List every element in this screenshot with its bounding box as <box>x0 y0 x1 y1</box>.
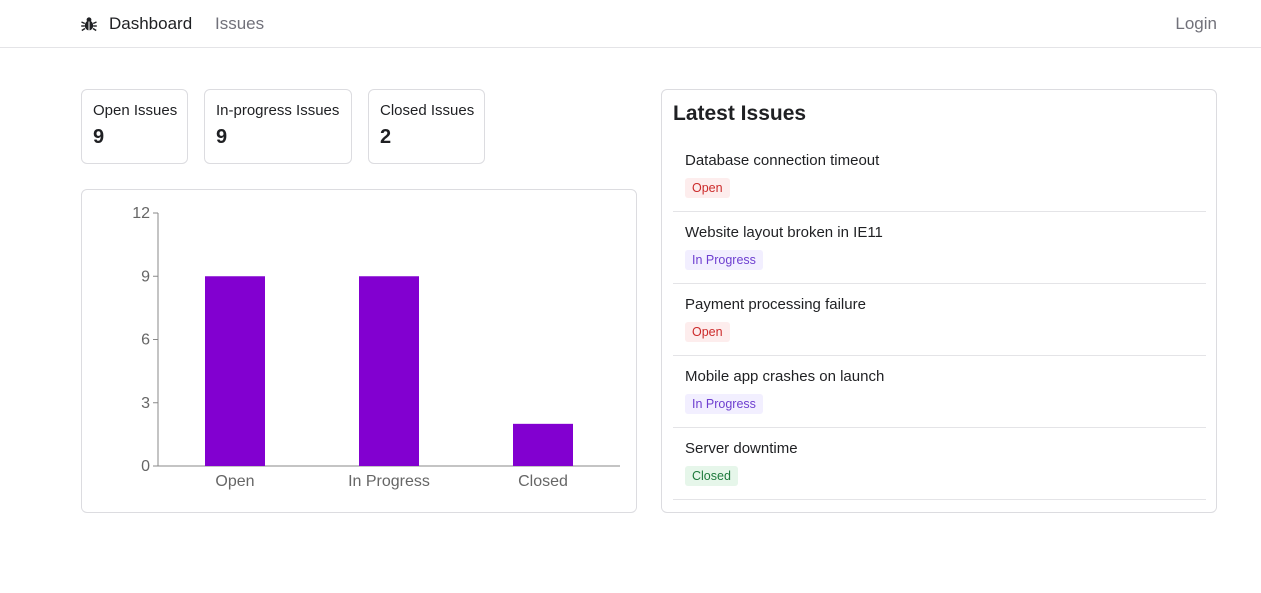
x-tick-label: Open <box>215 473 254 490</box>
issue-item[interactable]: Server downtime Closed <box>673 428 1206 500</box>
issue-status-bar-chart: 0 3 6 9 12 Open In Progress Closed <box>132 205 620 490</box>
issue-title[interactable]: Payment processing failure <box>685 296 1194 313</box>
stat-value: 9 <box>93 126 105 148</box>
issue-status-chart-card: 0 3 6 9 12 Open In Progress Closed <box>81 189 637 513</box>
y-tick-label: 6 <box>141 332 150 349</box>
bar-closed <box>513 423 573 466</box>
issue-item[interactable]: Payment processing failure Open <box>673 284 1206 356</box>
stat-label: Closed Issues <box>380 102 475 119</box>
y-tick-label: 3 <box>141 395 150 412</box>
stat-value: 2 <box>380 126 392 148</box>
issue-title[interactable]: Website layout broken in IE11 <box>685 224 1194 241</box>
status-badge: Open <box>685 178 730 198</box>
status-badge: In Progress <box>685 250 763 270</box>
stat-card-closed: Closed Issues 2 <box>368 89 485 164</box>
top-navbar: Dashboard Issues Login <box>0 0 1261 48</box>
x-tick-label: In Progress <box>348 473 430 490</box>
bar-in-progress <box>359 276 419 466</box>
stat-card-in-progress: In-progress Issues 9 <box>204 89 352 164</box>
status-badge: Open <box>685 322 730 342</box>
bar-open <box>205 276 265 466</box>
issue-item[interactable]: Mobile app crashes on launch In Progress <box>673 356 1206 428</box>
nav-login-link[interactable]: Login <box>1175 14 1217 34</box>
latest-issues-title: Latest Issues <box>673 102 807 125</box>
y-tick-label: 9 <box>141 268 150 285</box>
issue-title[interactable]: Server downtime <box>685 440 1194 457</box>
stat-value: 9 <box>216 126 228 148</box>
status-badge: In Progress <box>685 394 763 414</box>
issue-item[interactable]: Website layout broken in IE11 In Progres… <box>673 212 1206 284</box>
issue-item[interactable]: Database connection timeout Open <box>673 140 1206 212</box>
stat-card-open: Open Issues 9 <box>81 89 188 164</box>
issue-title[interactable]: Mobile app crashes on launch <box>685 368 1194 385</box>
status-badge: Closed <box>685 466 738 486</box>
y-tick-label: 0 <box>141 458 150 475</box>
nav-dashboard-link[interactable]: Dashboard <box>109 14 192 34</box>
latest-issues-card: Latest Issues Database connection timeou… <box>661 89 1217 513</box>
bug-icon[interactable] <box>80 15 98 33</box>
y-tick-label: 12 <box>132 205 150 222</box>
x-tick-label: Closed <box>518 473 568 490</box>
stat-label: Open Issues <box>93 102 178 119</box>
nav-issues-link[interactable]: Issues <box>215 14 264 34</box>
stat-label: In-progress Issues <box>216 102 340 119</box>
issue-list: Database connection timeout Open Website… <box>673 140 1206 500</box>
issue-title[interactable]: Database connection timeout <box>685 152 1194 169</box>
